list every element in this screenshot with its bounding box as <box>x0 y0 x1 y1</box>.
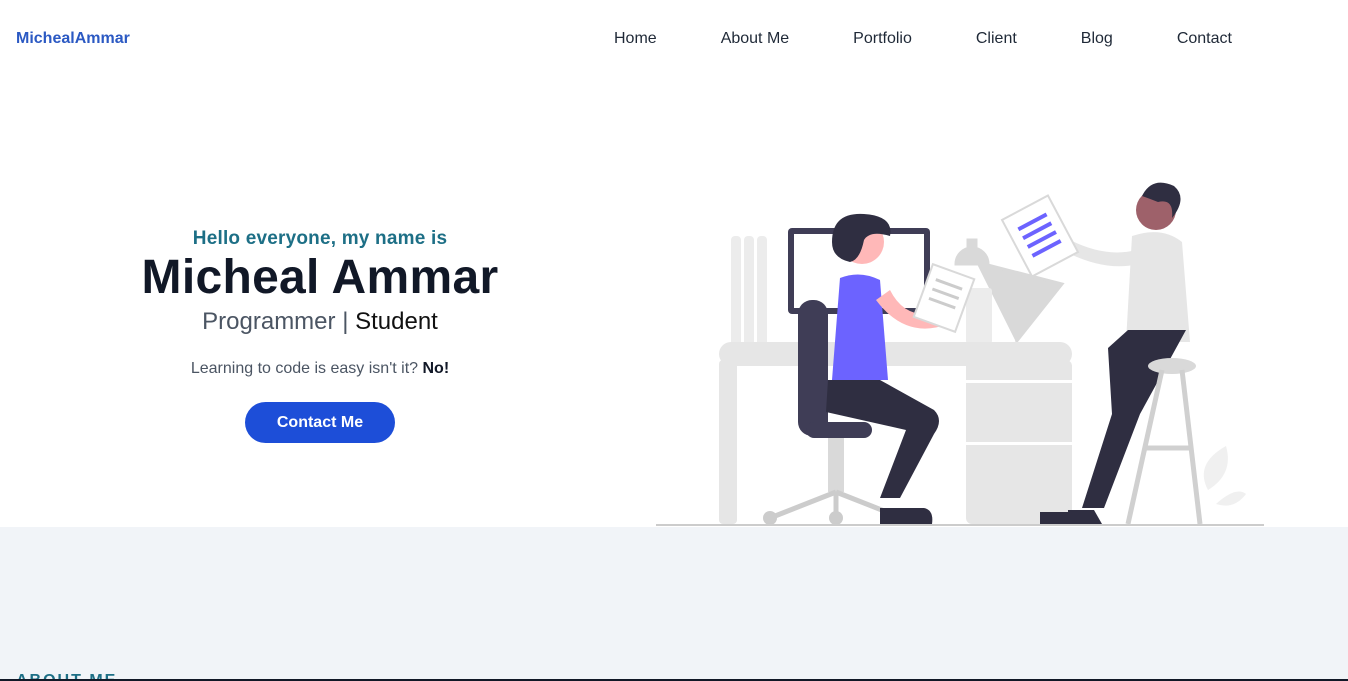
hero-greeting: Hello everyone, my name is <box>192 228 448 249</box>
chair-wheel-1 <box>763 511 777 525</box>
plant-leaf-1 <box>1203 446 1228 490</box>
book-2 <box>744 236 754 348</box>
people-working-illustration <box>656 182 1264 526</box>
about-section-preview: ABOUT ME <box>0 527 1348 681</box>
tagline-emphasis: No! <box>422 359 450 377</box>
stool-seat <box>1148 358 1196 374</box>
standing-document <box>1000 194 1080 278</box>
brand-logo-link[interactable]: MichealAmmar <box>16 30 130 48</box>
standing-legs <box>1082 330 1186 508</box>
chair-wheel-2 <box>829 511 843 525</box>
hero-text-block: Hello everyone, my name is Micheal Ammar… <box>0 228 640 443</box>
role-separator: | <box>342 307 349 335</box>
hero-name: Micheal Ammar <box>141 251 499 304</box>
hero-tagline: Learning to code is easy isn't it? No! <box>0 360 640 378</box>
hero-roles: Programmer | Student <box>0 308 640 336</box>
standing-shoes <box>1040 510 1102 524</box>
contact-me-button[interactable]: Contact Me <box>245 401 395 443</box>
nav-menu: Home About Me Portfolio Client Blog Cont… <box>614 30 1232 48</box>
chair-post <box>828 438 844 492</box>
desk-leg-left <box>719 360 737 524</box>
nav-link-blog[interactable]: Blog <box>1081 30 1113 48</box>
nav-link-portfolio[interactable]: Portfolio <box>853 30 912 48</box>
navbar: MichealAmmar Home About Me Portfolio Cli… <box>0 0 1348 78</box>
plant-leaf-2 <box>1216 491 1246 506</box>
seated-torso <box>832 274 888 380</box>
role-programmer: Programmer <box>202 307 336 335</box>
nav-link-home[interactable]: Home <box>614 30 657 48</box>
chair-seat <box>806 422 872 438</box>
role-student: Student <box>355 307 438 335</box>
seated-shoe <box>880 508 933 524</box>
lamp-books <box>966 288 992 344</box>
ground-line <box>656 524 1264 526</box>
book-3 <box>757 236 767 348</box>
tagline-text: Learning to code is easy isn't it? <box>190 359 419 377</box>
chair-back <box>798 300 828 436</box>
drawer-divider-2 <box>966 442 1072 445</box>
drawer-divider-1 <box>966 380 1072 383</box>
nav-link-contact[interactable]: Contact <box>1177 30 1232 48</box>
nav-link-about-me[interactable]: About Me <box>721 30 789 48</box>
nav-link-client[interactable]: Client <box>976 30 1017 48</box>
standing-torso <box>1126 232 1190 342</box>
cta-wrapper: Contact Me <box>0 401 640 443</box>
book-1 <box>731 236 741 348</box>
